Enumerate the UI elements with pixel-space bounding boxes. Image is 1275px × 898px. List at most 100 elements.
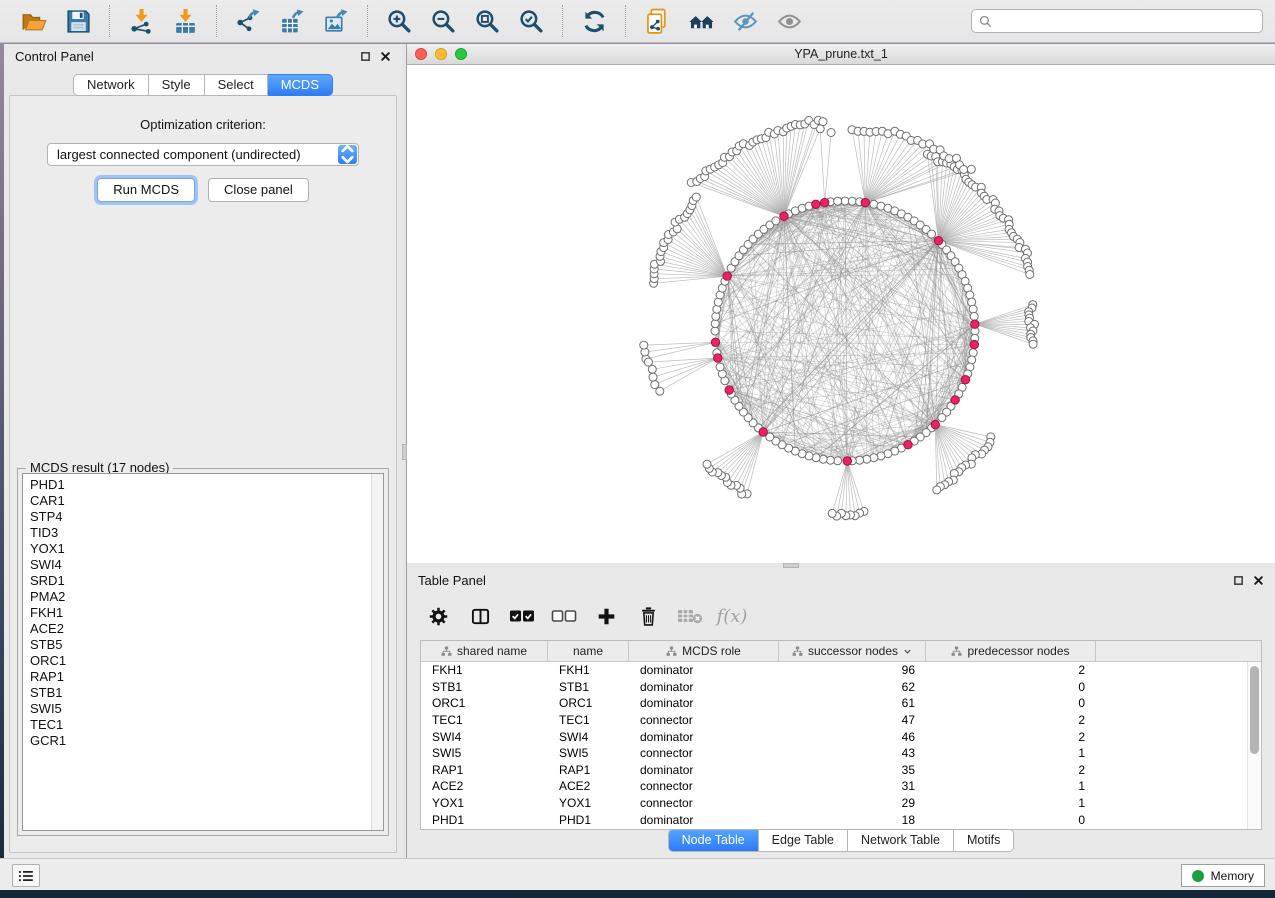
mcds-result-item[interactable]: STP4 xyxy=(30,509,363,525)
fan-node[interactable] xyxy=(827,129,835,137)
delete-column-button[interactable] xyxy=(633,603,663,629)
fan-node[interactable] xyxy=(933,486,941,494)
table-row[interactable]: SWI4SWI4dominator462 xyxy=(421,728,1261,745)
column-header-successor-nodes[interactable]: successor nodes xyxy=(779,641,926,661)
table-cell[interactable]: connector xyxy=(629,713,779,727)
table-cell[interactable]: FKH1 xyxy=(421,663,548,677)
table-scrollbar[interactable] xyxy=(1247,662,1261,829)
zoom-fit-button[interactable] xyxy=(472,6,502,36)
mcds-result-item[interactable]: PMA2 xyxy=(30,589,363,605)
mcds-result-item[interactable]: CAR1 xyxy=(30,493,363,509)
fan-node[interactable] xyxy=(960,166,968,174)
hub-node[interactable] xyxy=(931,420,939,428)
delete-table-button[interactable] xyxy=(675,603,705,629)
table-cell[interactable]: STB1 xyxy=(548,680,629,694)
ring-node[interactable] xyxy=(969,305,977,313)
memory-button[interactable]: Memory xyxy=(1181,864,1265,887)
table-cell[interactable]: 46 xyxy=(779,730,926,744)
search-input[interactable] xyxy=(997,14,1255,28)
hub-node[interactable] xyxy=(725,386,733,394)
table-cell[interactable]: SWI5 xyxy=(421,746,548,760)
table-cell[interactable]: connector xyxy=(629,746,779,760)
mcds-result-list[interactable]: PHD1CAR1STP4TID3YOX1SWI4SRD1PMA2FKH1ACE2… xyxy=(22,473,384,831)
ring-node[interactable] xyxy=(712,312,720,320)
fan-node[interactable] xyxy=(651,381,659,389)
mcds-result-item[interactable]: ORC1 xyxy=(30,653,363,669)
table-cell[interactable]: STB1 xyxy=(421,680,548,694)
run-mcds-button[interactable]: Run MCDS xyxy=(97,178,195,202)
hub-node[interactable] xyxy=(970,340,978,348)
mcds-result-item[interactable]: TID3 xyxy=(30,525,363,541)
export-network-button[interactable] xyxy=(233,6,263,36)
table-cell[interactable]: dominator xyxy=(629,813,779,827)
ring-node[interactable] xyxy=(928,230,936,238)
table-cell[interactable]: connector xyxy=(629,779,779,793)
table-cell[interactable]: TEC1 xyxy=(548,713,629,727)
table-cell[interactable]: PHD1 xyxy=(421,813,548,827)
table-cell[interactable]: 2 xyxy=(926,730,1096,744)
panel-menu-button[interactable] xyxy=(12,864,40,887)
table-cell[interactable]: 1 xyxy=(926,779,1096,793)
import-table-button[interactable] xyxy=(170,6,200,36)
new-network-from-selection-button[interactable] xyxy=(642,6,672,36)
fan-node[interactable] xyxy=(828,509,836,517)
tab-style[interactable]: Style xyxy=(149,74,205,96)
table-cell[interactable]: dominator xyxy=(629,663,779,677)
split-table-panel-button[interactable] xyxy=(465,603,495,629)
close-panel-icon[interactable] xyxy=(380,51,391,62)
table-settings-button[interactable] xyxy=(423,603,453,629)
hide-selected-button[interactable] xyxy=(730,6,760,36)
table-cell[interactable]: connector xyxy=(629,796,779,810)
mcds-result-item[interactable]: ACE2 xyxy=(30,621,363,637)
table-cell[interactable]: 0 xyxy=(926,680,1096,694)
table-cell[interactable]: 1 xyxy=(926,796,1096,810)
table-cell[interactable]: FKH1 xyxy=(548,663,629,677)
table-row[interactable]: STB1STB1dominator620 xyxy=(421,679,1261,696)
window-minimize-button[interactable] xyxy=(435,48,447,60)
table-cell[interactable]: 47 xyxy=(779,713,926,727)
mcds-result-item[interactable]: SRD1 xyxy=(30,573,363,589)
float-panel-icon[interactable] xyxy=(1233,575,1244,586)
table-cell[interactable]: 61 xyxy=(779,696,926,710)
ring-node[interactable] xyxy=(826,456,834,464)
column-header-MCDS-role[interactable]: MCDS role xyxy=(629,641,779,661)
mcds-result-item[interactable]: FKH1 xyxy=(30,605,363,621)
function-builder-button[interactable]: f(x) xyxy=(717,603,747,629)
tab-network[interactable]: Network xyxy=(73,74,149,96)
table-cell[interactable]: 2 xyxy=(926,663,1096,677)
ring-node[interactable] xyxy=(772,217,780,225)
tab-select[interactable]: Select xyxy=(205,74,268,96)
zoom-selected-button[interactable] xyxy=(516,6,546,36)
show-all-columns-button[interactable] xyxy=(507,603,537,629)
hub-node[interactable] xyxy=(861,198,869,206)
table-cell[interactable]: 2 xyxy=(926,763,1096,777)
hub-node[interactable] xyxy=(780,212,788,220)
import-network-button[interactable] xyxy=(126,6,156,36)
zoom-in-button[interactable] xyxy=(384,6,414,36)
mcds-result-item[interactable]: GCR1 xyxy=(30,733,363,749)
table-cell[interactable]: 96 xyxy=(779,663,926,677)
table-cell[interactable]: dominator xyxy=(629,763,779,777)
export-table-button[interactable] xyxy=(277,6,307,36)
float-panel-icon[interactable] xyxy=(360,51,371,62)
table-cell[interactable]: ACE2 xyxy=(421,779,548,793)
table-row[interactable]: SWI5SWI5connector431 xyxy=(421,745,1261,762)
ring-node[interactable] xyxy=(970,312,978,320)
mcds-result-item[interactable]: STB5 xyxy=(30,637,363,653)
table-cell[interactable]: SWI4 xyxy=(421,730,548,744)
hub-node[interactable] xyxy=(951,396,959,404)
mcds-result-item[interactable]: STB1 xyxy=(30,685,363,701)
add-column-button[interactable] xyxy=(591,603,621,629)
hub-node[interactable] xyxy=(971,320,979,328)
mcds-result-scrollbar[interactable] xyxy=(371,474,383,830)
table-cell[interactable]: ACE2 xyxy=(548,779,629,793)
tab-edge-table[interactable]: Edge Table xyxy=(759,830,848,851)
close-panel-button[interactable]: Close panel xyxy=(208,178,309,202)
scrollbar-thumb[interactable] xyxy=(1250,666,1259,754)
column-header-predecessor-nodes[interactable]: predecessor nodes xyxy=(926,641,1096,661)
table-cell[interactable]: dominator xyxy=(629,696,779,710)
hub-node[interactable] xyxy=(904,441,912,449)
save-session-button[interactable] xyxy=(63,6,93,36)
criterion-select[interactable]: largest connected component (undirected) xyxy=(47,143,359,166)
table-cell[interactable]: PHD1 xyxy=(548,813,629,827)
